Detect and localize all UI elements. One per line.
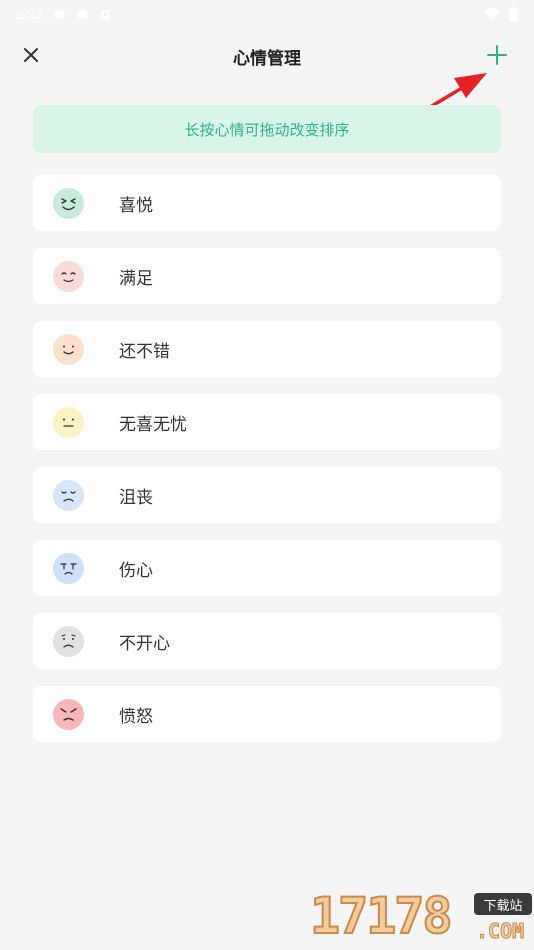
watermark-tag: 下载站	[474, 893, 532, 915]
mood-label: 喜悦	[119, 195, 153, 216]
plus-icon	[487, 45, 507, 65]
mood-label: 无喜无忧	[119, 414, 187, 435]
mood-label: 满足	[119, 268, 153, 289]
mood-item-dejected[interactable]: 沮丧	[33, 467, 501, 523]
mood-item-pretty-good[interactable]: 还不错	[33, 321, 501, 377]
hint-text: 长按心情可拖动改变排序	[184, 120, 350, 139]
mood-label: 伤心	[119, 560, 153, 581]
hint-banner: 长按心情可拖动改变排序	[33, 105, 501, 153]
app-notification-icon	[101, 9, 111, 19]
mood-item-unhappy[interactable]: 不开心	[33, 613, 501, 669]
grin-face-icon	[53, 187, 84, 219]
status-right	[483, 6, 518, 22]
dejected-face-icon	[53, 479, 84, 511]
battery-icon	[509, 6, 518, 22]
content-face-icon	[53, 260, 84, 292]
wifi-icon	[483, 7, 501, 21]
mood-label: 不开心	[119, 633, 170, 654]
mood-item-joy[interactable]: 喜悦	[33, 175, 501, 231]
status-time: 9:23	[16, 6, 44, 22]
watermark-number: 17178	[309, 886, 454, 946]
settings-notification-icon	[53, 8, 67, 20]
mood-list: 喜悦 满足 还不错 无喜无忧 沮丧 伤心 不开心 愤怒	[33, 175, 501, 759]
mood-label: 愤怒	[119, 706, 153, 727]
unhappy-face-icon	[53, 625, 84, 657]
mood-label: 还不错	[119, 341, 170, 362]
status-bar: 9:23	[0, 0, 534, 28]
mood-label: 沮丧	[119, 487, 153, 508]
smile-face-icon	[53, 333, 84, 365]
mood-item-sad[interactable]: 伤心	[33, 540, 501, 596]
page-title: 心情管理	[233, 49, 301, 69]
watermark-logo: 17178 下载站 .COM	[309, 885, 534, 950]
add-mood-button[interactable]	[482, 40, 512, 70]
mood-item-angry[interactable]: 愤怒	[33, 686, 501, 742]
mood-item-neutral[interactable]: 无喜无忧	[33, 394, 501, 450]
app-header: 心情管理	[0, 28, 534, 84]
settings-notification-icon-2	[76, 8, 90, 20]
watermark-suffix: .COM	[475, 919, 525, 944]
sad-face-icon	[53, 552, 84, 584]
neutral-face-icon	[53, 406, 84, 438]
mood-item-content[interactable]: 满足	[33, 248, 501, 304]
angry-face-icon	[53, 698, 84, 730]
